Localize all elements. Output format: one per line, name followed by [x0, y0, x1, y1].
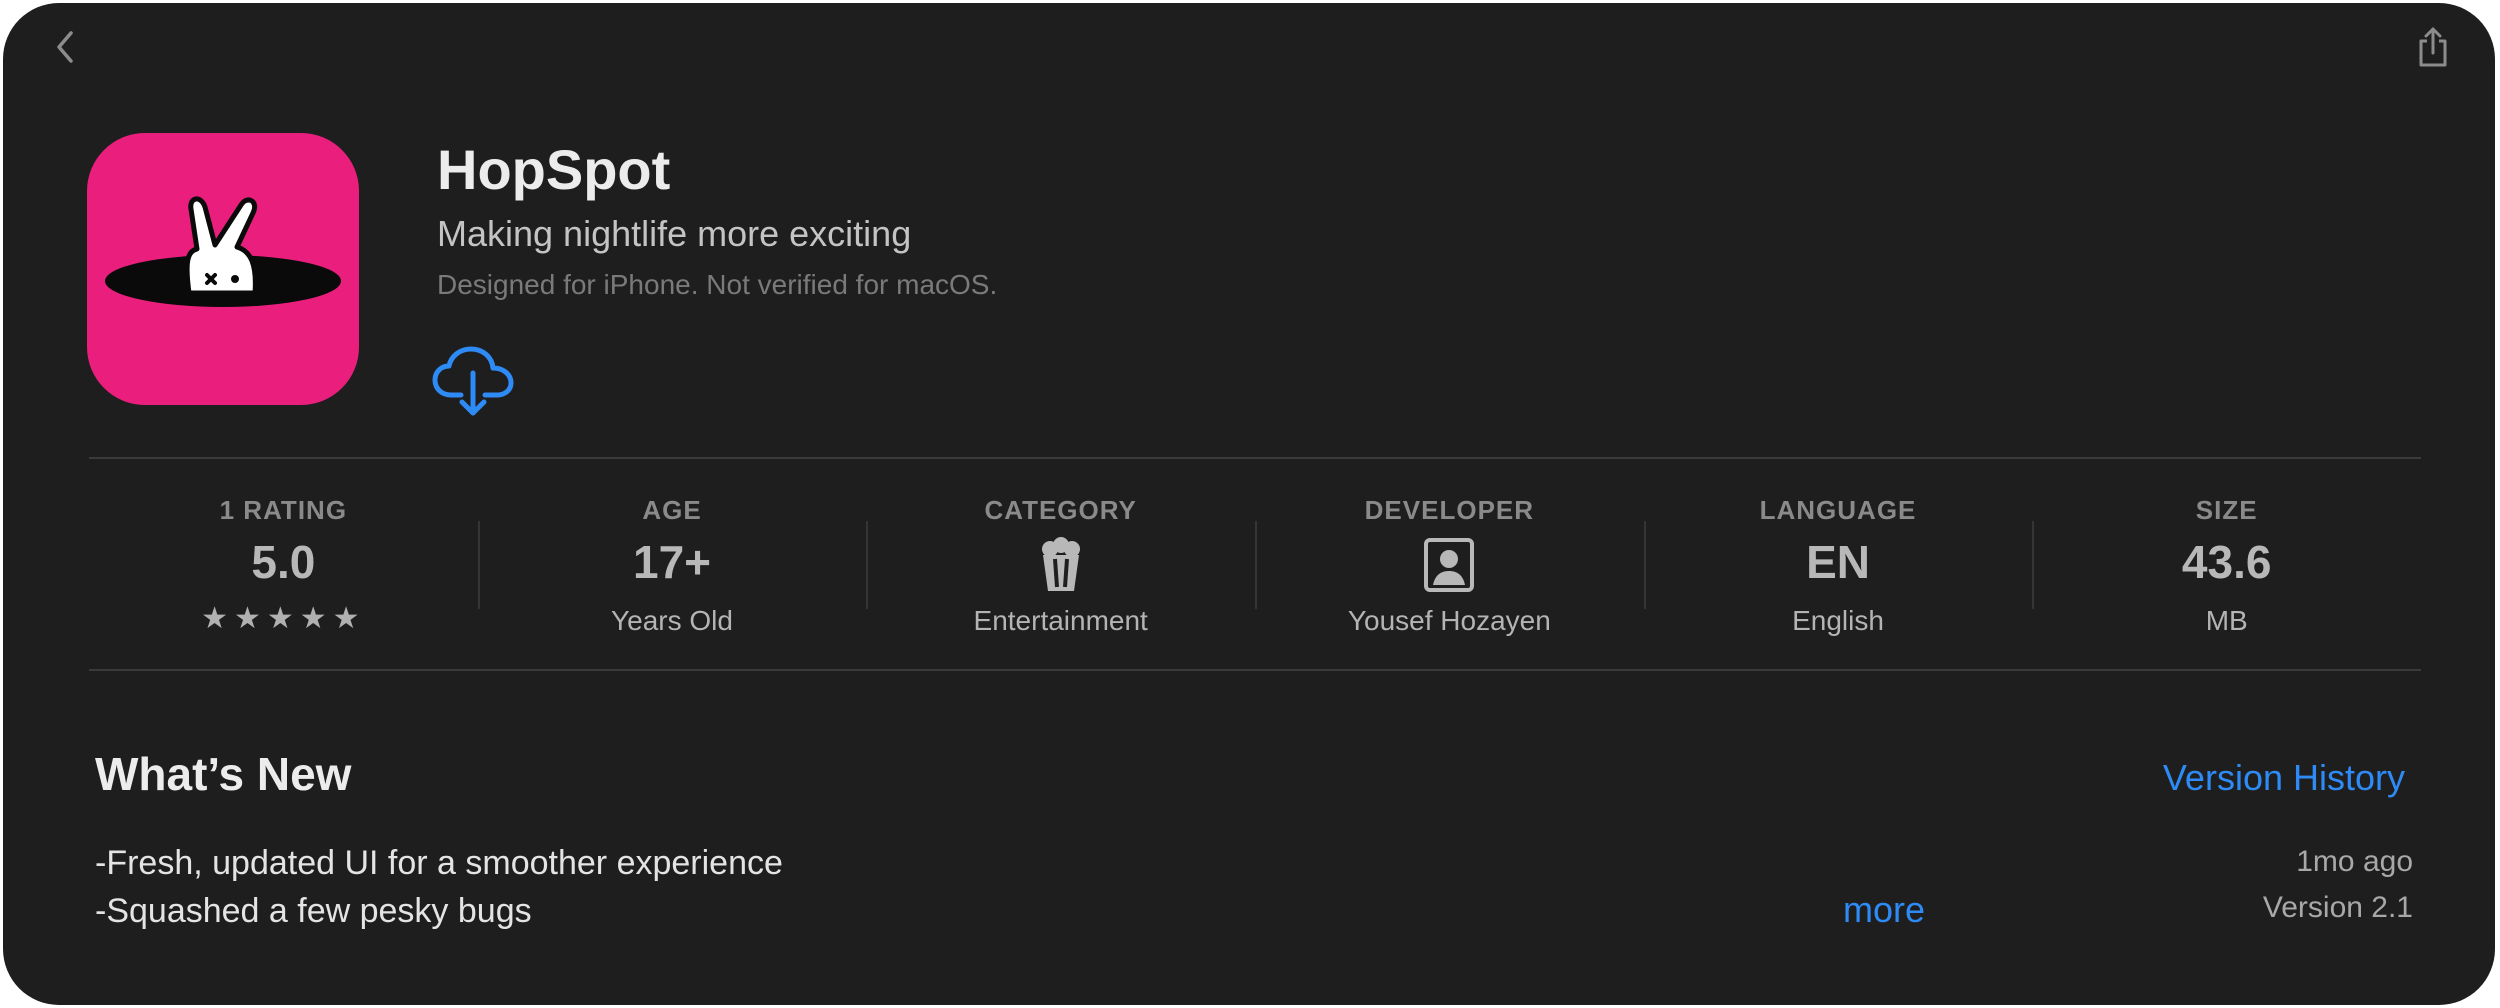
release-note-line: -Squashed a few pesky bugs [95, 892, 532, 930]
share-button[interactable] [2405, 19, 2461, 75]
bunny-logo-icon [105, 196, 341, 307]
stat-label: SIZE [2195, 495, 2258, 525]
back-button[interactable] [37, 19, 93, 75]
size-value: 43.6 [2181, 536, 2272, 588]
release-note-line: -Fresh, updated UI for a smoother experi… [95, 844, 783, 882]
person-icon [1424, 538, 1475, 592]
whats-new-title: What’s New [95, 748, 352, 800]
stat-age[interactable]: AGE 17+ Years Old [477, 459, 867, 669]
release-notes: -Fresh, updated UI for a smoother experi… [95, 839, 783, 935]
stat-label: DEVELOPER [1364, 495, 1535, 525]
app-title: HopSpot [437, 138, 671, 201]
stat-label: 1 RATING [219, 495, 348, 525]
stat-rating[interactable]: 1 RATING 5.0 ★★★★★ [89, 459, 478, 669]
divider [89, 669, 2421, 671]
language-value: EN [1806, 536, 1870, 588]
stat-label: AGE [642, 495, 702, 525]
rating-value: 5.0 [251, 536, 316, 588]
chevron-left-icon [57, 31, 73, 63]
stat-developer[interactable]: DEVELOPER Yousef Hozayen [1255, 459, 1644, 669]
stat-language[interactable]: LANGUAGE EN English [1643, 459, 2033, 669]
size-sub: MB [2205, 605, 2248, 636]
version-history-link[interactable]: Version History [2163, 757, 2405, 799]
stat-category[interactable]: CATEGORY Entertainment [866, 459, 1255, 669]
release-meta: 1mo ago Version 2.1 [2263, 839, 2413, 931]
info-bar: 1 RATING 5.0 ★★★★★ AGE 17+ Years Old CAT… [89, 459, 2421, 669]
compatibility-note: Designed for iPhone. Not verified for ma… [437, 269, 998, 300]
release-date: 1mo ago [2296, 845, 2413, 878]
age-sub: Years Old [611, 605, 733, 636]
more-link[interactable]: more [1843, 889, 1925, 931]
age-value: 17+ [632, 536, 712, 588]
app-store-window: HopSpot Making nightlife more exciting D… [3, 3, 2495, 1005]
star-rating: ★★★★★ [201, 602, 366, 635]
developer-sub: Yousef Hozayen [1347, 605, 1551, 636]
stat-size[interactable]: SIZE 43.6 MB [2032, 459, 2421, 669]
category-sub: Entertainment [973, 605, 1148, 636]
stat-label: LANGUAGE [1759, 495, 1917, 525]
cloud-download-icon [432, 346, 514, 416]
stat-label: CATEGORY [984, 495, 1137, 525]
language-sub: English [1792, 605, 1884, 636]
app-icon [87, 133, 359, 405]
version-number: Version 2.1 [2262, 891, 2413, 924]
popcorn-icon [1041, 537, 1080, 591]
download-button[interactable] [431, 343, 515, 419]
app-subtitle: Making nightlife more exciting [437, 213, 912, 254]
share-icon [2419, 27, 2447, 67]
